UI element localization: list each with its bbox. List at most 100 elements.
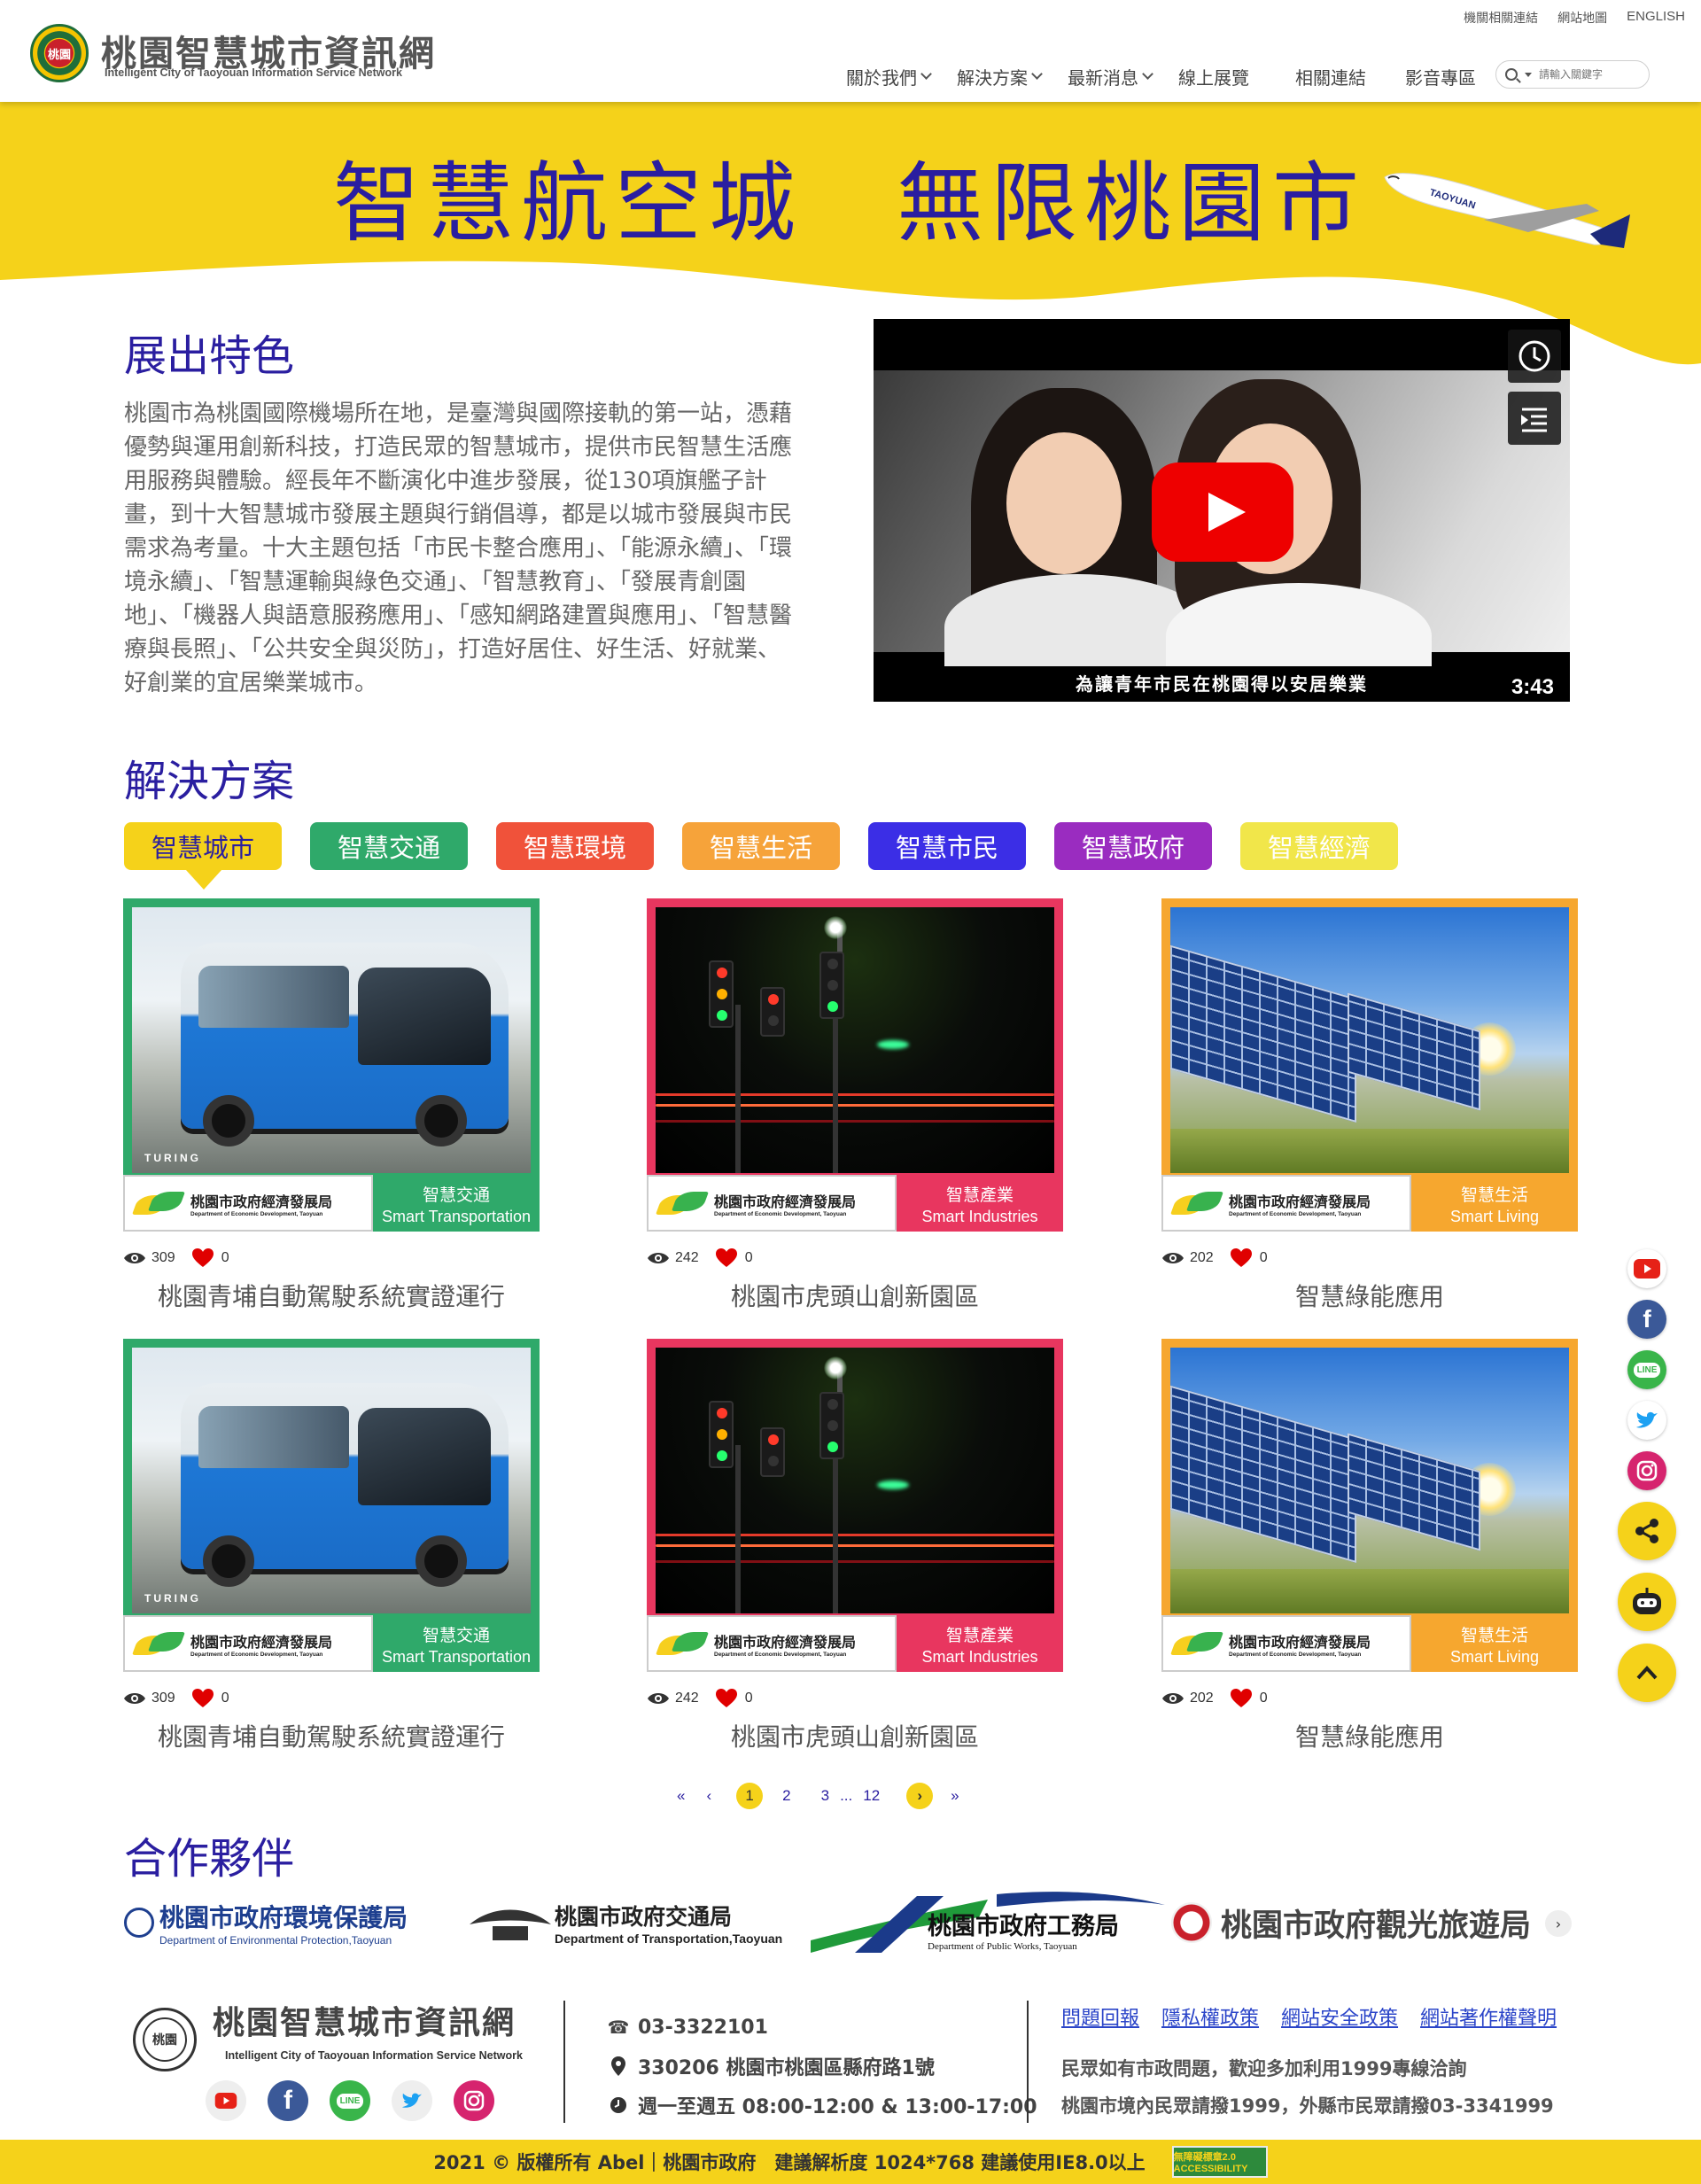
footer-line-button[interactable]: LINE — [330, 2080, 370, 2121]
accessibility-badge[interactable]: 無障礙標章2.0 ACCESSIBILITY — [1171, 2146, 1268, 2178]
heart-icon[interactable] — [191, 1688, 214, 1709]
tab-smart-government[interactable]: 智慧政府 — [1054, 822, 1212, 870]
pagination: « ‹ 1 2 3 ... 12 › » — [677, 1783, 981, 1809]
page-3-button[interactable]: 3 — [821, 1787, 829, 1805]
heart-icon[interactable] — [191, 1247, 214, 1269]
tab-smart-transportation[interactable]: 智慧交通 — [310, 822, 468, 870]
card-image — [656, 907, 1054, 1173]
card-title[interactable]: 智慧綠能應用 — [1161, 1278, 1578, 1313]
page-2-button[interactable]: 2 — [782, 1787, 790, 1805]
nav-label: 解決方案 — [957, 67, 1028, 89]
card-title[interactable]: 智慧綠能應用 — [1161, 1718, 1578, 1753]
nav-media[interactable]: 影音專區 — [1405, 64, 1476, 89]
partner-next-button[interactable]: › — [1545, 1910, 1572, 1937]
page-1-button[interactable]: 1 — [736, 1783, 764, 1809]
last-page-button[interactable]: » — [951, 1787, 959, 1805]
eye-icon — [648, 1693, 669, 1704]
footer-instagram-button[interactable] — [454, 2080, 494, 2121]
video-duration: 3:43 — [1511, 675, 1554, 699]
dept-en-name: Department of Economic Development, Taoy… — [190, 1210, 323, 1217]
view-count: 309 — [151, 1690, 175, 1706]
partner-carousel: 桃園市政府環境保護局 Department of Environmental P… — [124, 1887, 1586, 1958]
dept-name: 桃園市政府經濟發展局 — [1229, 1193, 1371, 1210]
search-input[interactable] — [1539, 68, 1636, 81]
chatbot-button[interactable] — [1618, 1573, 1676, 1631]
footer-note-2: 桃園市境內民眾請撥1999，外縣市民眾請撥03-3341999 — [1061, 2095, 1554, 2117]
tab-smart-citizen[interactable]: 智慧市民 — [868, 822, 1026, 870]
link-privacy-policy[interactable]: 隱私權政策 — [1161, 2002, 1259, 2031]
tab-smart-living[interactable]: 智慧生活 — [682, 822, 840, 870]
view-count: 202 — [1190, 1250, 1214, 1265]
category-zh: 智慧生活 — [1460, 1185, 1528, 1205]
view-count: 242 — [675, 1690, 699, 1706]
site-header: 桃園 桃園智慧城市資訊網 Intelligent City of Taoyoua… — [0, 0, 1701, 102]
util-link-english[interactable]: ENGLISH — [1627, 9, 1685, 27]
first-page-button[interactable]: « — [677, 1787, 685, 1805]
heart-icon[interactable] — [715, 1688, 738, 1709]
facebook-button[interactable]: f — [1627, 1300, 1666, 1339]
nav-label: 相關連結 — [1295, 67, 1366, 89]
category-label: 智慧產業 Smart Industries — [897, 1615, 1063, 1672]
nav-about[interactable]: 關於我們 — [846, 64, 932, 89]
heart-icon[interactable] — [1230, 1247, 1253, 1269]
heart-icon[interactable] — [715, 1247, 738, 1269]
next-page-button[interactable]: › — [906, 1783, 934, 1809]
footer-youtube-button[interactable] — [206, 2080, 246, 2121]
card-title[interactable]: 桃園青埔自動駕駛系統實證運行 — [123, 1718, 540, 1753]
partner-tourism[interactable]: 桃園市政府觀光旅遊局 — [1171, 1887, 1531, 1958]
search-icon[interactable] — [1505, 68, 1518, 81]
link-report-issue[interactable]: 問題回報 — [1061, 2002, 1139, 2031]
like-count: 0 — [221, 1690, 229, 1706]
phone-icon: ☎ — [607, 2017, 630, 2038]
main-nav: 關於我們 解決方案 最新消息 線上展覽 相關連結 影音專區 — [846, 64, 1503, 89]
site-footer: 桃園 桃園智慧城市資訊網 Intelligent City of Taoyoua… — [0, 1976, 1701, 2135]
play-button[interactable] — [1152, 462, 1293, 562]
card-meta: 309 0 — [123, 1247, 229, 1269]
category-zh: 智慧產業 — [945, 1626, 1014, 1645]
card-footer: 桃園市政府經濟發展局 Department of Economic Develop… — [647, 1615, 1063, 1672]
heart-icon[interactable] — [1230, 1688, 1253, 1709]
footer-twitter-button[interactable] — [392, 2080, 432, 2121]
tab-smart-environment[interactable]: 智慧環境 — [496, 822, 654, 870]
card-title[interactable]: 桃園市虎頭山創新園區 — [647, 1278, 1063, 1313]
nav-online-exhibition[interactable]: 線上展覽 — [1178, 64, 1249, 89]
dept-en-name: Department of Economic Development, Taoy… — [714, 1210, 847, 1217]
util-link-agency[interactable]: 機關相關連結 — [1464, 9, 1538, 27]
link-security-policy[interactable]: 網站安全政策 — [1281, 2002, 1398, 2031]
nav-label: 關於我們 — [846, 67, 917, 89]
youtube-button[interactable] — [1627, 1249, 1666, 1288]
tab-smart-economy[interactable]: 智慧經濟 — [1240, 822, 1398, 870]
nav-solutions[interactable]: 解決方案 — [957, 64, 1043, 89]
tab-smart-city[interactable]: 智慧城市 — [124, 822, 282, 890]
video-caption: 為讓青年市民在桃園得以安居樂業 — [874, 666, 1570, 702]
twitter-button[interactable] — [1627, 1401, 1666, 1440]
footer-facebook-button[interactable]: f — [268, 2080, 308, 2121]
dept-en-name: Department of Economic Development, Taoy… — [190, 1651, 323, 1658]
partner-dot[interactable]: 桃園市政府交通局 Department of Transportation,Ta… — [466, 1887, 782, 1958]
back-to-top-button[interactable] — [1618, 1644, 1676, 1702]
partners-title: 合作夥伴 — [124, 1834, 295, 1884]
util-link-sitemap[interactable]: 網站地圖 — [1557, 9, 1607, 27]
footer-site-subtitle: Intelligent City of Taoyouan Information… — [225, 2049, 523, 2062]
nav-related-links[interactable]: 相關連結 — [1295, 64, 1366, 89]
card-meta: 242 0 — [647, 1688, 753, 1709]
prev-page-button[interactable]: ‹ — [706, 1787, 711, 1805]
nav-news[interactable]: 最新消息 — [1068, 64, 1153, 89]
partner-epb[interactable]: 桃園市政府環境保護局 Department of Environmental P… — [124, 1887, 408, 1958]
dept-label: 桃園市政府經濟發展局 Department of Economic Develop… — [123, 1175, 373, 1232]
city-emblem-logo[interactable]: 桃園 — [30, 24, 89, 82]
tourism-logo-icon — [1171, 1902, 1212, 1943]
line-button[interactable]: LINE — [1627, 1350, 1666, 1389]
card-title[interactable]: 桃園青埔自動駕駛系統實證運行 — [123, 1278, 540, 1313]
watch-later-button[interactable] — [1508, 330, 1561, 383]
card-title[interactable]: 桃園市虎頭山創新園區 — [647, 1718, 1063, 1753]
video-player[interactable]: 為讓青年市民在桃園得以安居樂業 3:43 — [874, 319, 1570, 702]
footer-divider — [1027, 2001, 1029, 2123]
search-scope-dropdown[interactable] — [1525, 72, 1532, 77]
page-12-button[interactable]: 12 — [863, 1787, 880, 1805]
link-copyright-notice[interactable]: 網站著作權聲明 — [1420, 2002, 1557, 2031]
partner-pwd[interactable]: 桃園市政府工務局 Department of Public Works, Tao… — [811, 1887, 1165, 1958]
add-to-queue-button[interactable] — [1508, 392, 1561, 445]
instagram-button[interactable] — [1627, 1451, 1666, 1490]
share-button[interactable] — [1618, 1502, 1676, 1560]
